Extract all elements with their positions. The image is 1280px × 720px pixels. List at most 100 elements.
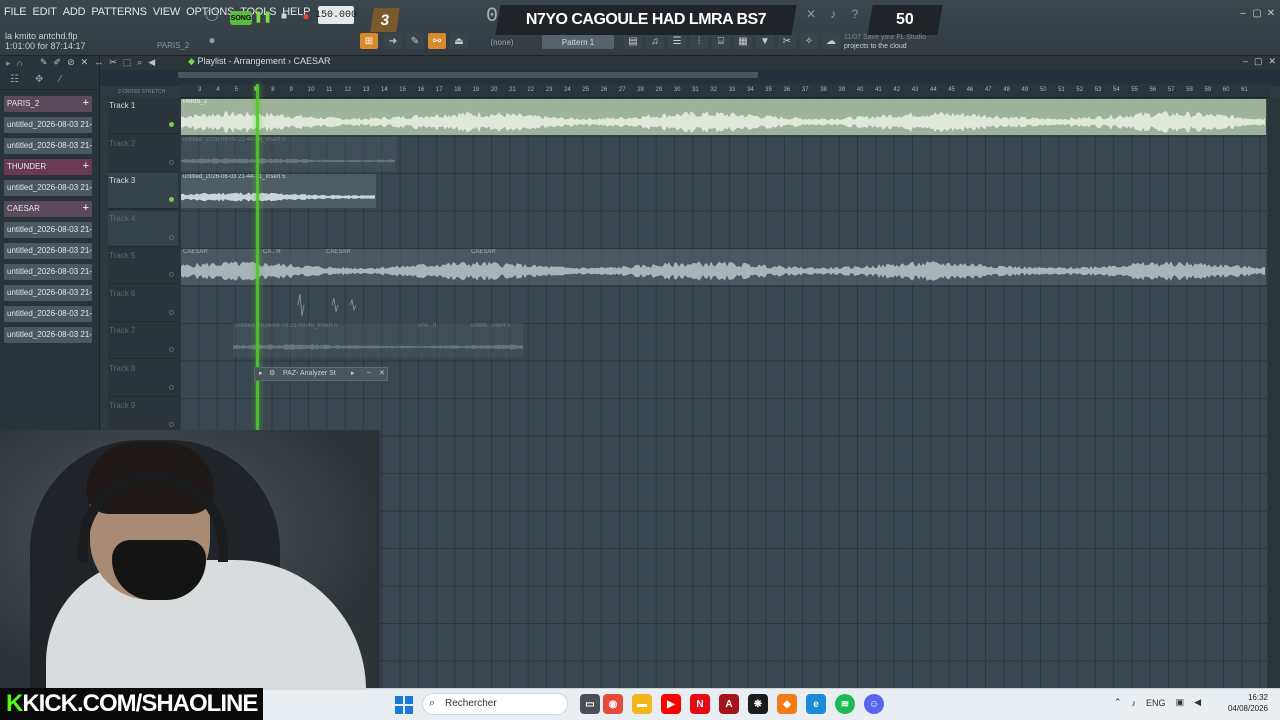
track-header[interactable]: Track 5	[108, 248, 178, 284]
plugin-db-icon[interactable]: ▦	[734, 33, 752, 49]
select-icon[interactable]: ⬚	[123, 57, 132, 69]
menu-patterns[interactable]: PATTERNS	[91, 6, 147, 18]
task-view-icon[interactable]: ▭	[580, 694, 600, 714]
netflix-icon[interactable]: N	[690, 694, 710, 714]
track-header[interactable]: Track 4	[108, 210, 178, 247]
playlist-breadcrumb[interactable]: CAESAR	[294, 56, 331, 66]
track-enable-icon[interactable]	[169, 309, 174, 315]
none-selector[interactable]: (none)	[482, 35, 522, 49]
clip-paris2[interactable]: PARIS_2	[181, 99, 1266, 135]
spotify-icon[interactable]: ≋	[835, 694, 855, 714]
pattern-selector[interactable]: Pattern 1	[542, 35, 614, 49]
menu-add[interactable]: ADD	[63, 6, 86, 18]
track-header[interactable]: Track 9	[108, 398, 178, 434]
mic-icon[interactable]: ♪	[824, 5, 842, 23]
track-header[interactable]: Track 3	[108, 173, 178, 209]
track-header[interactable]: Track 8	[108, 361, 178, 397]
fl-studio-icon[interactable]: ◆	[777, 694, 797, 714]
clip-track3[interactable]: untitled_2026-08-03 21-44-31_Insert 5	[181, 174, 376, 208]
mic-icon[interactable]: ♪	[1132, 698, 1137, 708]
stop-icon[interactable]: ■	[276, 7, 292, 25]
track-header[interactable]: Track 2	[108, 136, 178, 172]
magnet-icon[interactable]: ∩	[17, 58, 23, 68]
picker-audio-item[interactable]: untitled_2026-08-03 21-	[4, 264, 92, 280]
plus-icon[interactable]: +	[83, 97, 89, 109]
chrome-icon[interactable]: ◉	[603, 694, 623, 714]
arrow-right-icon[interactable]: ▸	[6, 58, 11, 68]
menu-edit[interactable]: EDIT	[32, 6, 56, 18]
adobe-icon[interactable]: A	[719, 694, 739, 714]
metronome-icon[interactable]: ⏏	[450, 33, 468, 49]
system-clock[interactable]: 16:32 04/08/2026	[1222, 692, 1268, 714]
slip-icon[interactable]: ↔	[94, 57, 103, 69]
maximize-icon[interactable]: ▢	[1250, 6, 1264, 20]
language-indicator[interactable]: ENG	[1146, 698, 1166, 708]
discord-icon[interactable]: ☺	[864, 694, 884, 714]
help-icon[interactable]: ?	[846, 5, 864, 23]
song-mode-button[interactable]: SONG	[230, 11, 252, 25]
tools-icon[interactable]: ✂	[778, 33, 796, 49]
track-header[interactable]: Track 6	[108, 286, 178, 322]
vertical-scrollbar[interactable]	[1268, 98, 1280, 688]
volume-icon[interactable]: ◀	[1194, 697, 1201, 708]
pencil-icon[interactable]: ✎	[40, 57, 48, 69]
picker-audio-item[interactable]: untitled_2026-08-03 21-	[4, 180, 92, 196]
network-icon[interactable]: ▣	[1176, 697, 1185, 708]
picker-pattern-item[interactable]: THUNDER +	[4, 159, 92, 175]
arrow-right-icon[interactable]: ➜	[384, 33, 402, 49]
play-pause-icon[interactable]: ❚❚	[254, 7, 272, 25]
clip-track2[interactable]: untitled_2026-08-03 21-44-08_Insert 5	[181, 137, 396, 171]
playback-icon[interactable]: ◀	[148, 57, 155, 69]
move-icon[interactable]: ✥	[35, 74, 43, 85]
zoom-icon[interactable]: ⌕	[137, 57, 142, 69]
menu-file[interactable]: FILE	[4, 6, 27, 18]
picker-audio-item[interactable]: untitled_2026-08-03 21-	[4, 285, 92, 301]
brush-icon[interactable]: ⁄	[59, 74, 61, 85]
gear-icon[interactable]: ⚙	[269, 369, 275, 377]
cloud-icon[interactable]: ☁	[822, 33, 840, 49]
minimize-icon[interactable]: –	[1236, 6, 1250, 20]
snap-icon[interactable]: ⊞	[360, 33, 378, 49]
record-icon[interactable]: ●	[298, 7, 314, 25]
piano-roll-icon[interactable]: ♫	[646, 33, 664, 49]
picker-audio-item[interactable]: untitled_2026-08-03 21-	[4, 222, 92, 238]
playlist-icon[interactable]: ▤	[624, 33, 642, 49]
track-enable-icon[interactable]	[169, 234, 174, 240]
taskbar-search[interactable]: ⌕ Rechercher	[422, 693, 568, 715]
picker-audio-item[interactable]: untitled_2026-08-03 21-	[4, 327, 92, 343]
plugin-window[interactable]: ▸ ⚙ PAZ- Analyzer St ▸ – ✕	[254, 367, 388, 381]
wand-icon[interactable]: ✧	[800, 33, 818, 49]
marker-icon[interactable]: ▼	[756, 33, 774, 49]
track-header[interactable]: Track 7	[108, 323, 178, 359]
playlist-minimize-icon[interactable]: –	[1243, 56, 1248, 67]
delete-icon[interactable]: ⊘	[67, 57, 75, 69]
list-view-icon[interactable]: ☷	[10, 74, 19, 85]
slice-icon[interactable]: ✂	[109, 57, 117, 69]
mute-icon[interactable]: ✕	[802, 5, 820, 23]
plugin-close-icon[interactable]: ✕	[379, 369, 385, 377]
picker-audio-item[interactable]: untitled_2026-08-03 21-	[4, 306, 92, 322]
timeline-ruler[interactable]: 3 4 5 7 8 9 10 11 12 13 14 15 16 17 18 19 20 21 22 23 24 25 26…	[180, 84, 1270, 98]
track-enable-icon[interactable]	[169, 272, 174, 277]
link-icon[interactable]: ⚯	[428, 33, 446, 49]
picker-pattern-item[interactable]: PARIS_2 +	[4, 96, 92, 112]
horizontal-scrollbar[interactable]	[178, 72, 758, 78]
track-header[interactable]: Track 1	[108, 98, 178, 134]
plugin-minimize-icon[interactable]: –	[367, 369, 371, 376]
plus-icon[interactable]: +	[83, 202, 89, 214]
playlist-close-icon[interactable]: ✕	[1268, 56, 1276, 67]
davinci-icon[interactable]: ❋	[748, 694, 768, 714]
close-icon[interactable]: ✕	[1264, 6, 1278, 20]
clip-caesar[interactable]: CAESAR CA...R CAESAR CAESAR	[181, 249, 1266, 285]
track-enable-icon[interactable]	[169, 347, 174, 352]
cloud-hint[interactable]: 11/07 Save your FL Studio projects to th…	[844, 33, 954, 51]
master-pitch-knob-icon[interactable]: ●	[203, 31, 221, 49]
mixer-icon[interactable]: ⫶	[690, 33, 708, 49]
paint-icon[interactable]: ✐	[54, 57, 62, 69]
youtube-icon[interactable]: ▶	[661, 694, 681, 714]
pencil-icon[interactable]: ✎	[406, 33, 424, 49]
track-enable-icon[interactable]	[169, 159, 174, 165]
channel-rack-icon[interactable]: ☰	[668, 33, 686, 49]
browser-icon[interactable]: ⌸	[712, 33, 730, 49]
track-enable-icon[interactable]	[169, 197, 174, 202]
